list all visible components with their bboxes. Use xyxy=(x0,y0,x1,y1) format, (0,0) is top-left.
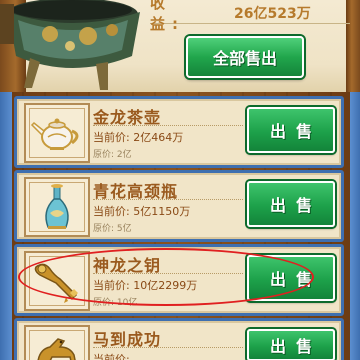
current-price: 当前价: 5亿1150万 xyxy=(93,205,191,218)
antique-shop-screen: 收 益: 26亿523万 全部售出 金龙茶壶 当前价: 2亿464万 原价: 2… xyxy=(0,0,360,360)
current-price: 当前价: 10亿2299万 xyxy=(93,279,198,292)
income-row: 收 益: 26亿523万 xyxy=(150,0,350,33)
horse-statue-icon xyxy=(37,338,76,360)
current-price: 当前价: 2亿464万 xyxy=(93,131,184,144)
header-panel: 收 益: 26亿523万 全部售出 xyxy=(0,0,360,92)
item-thumbnail xyxy=(24,325,90,360)
sell-button[interactable]: 出售 xyxy=(247,255,335,301)
list-edge-right xyxy=(350,92,360,360)
vase-icon xyxy=(45,184,69,229)
item-thumbnail xyxy=(24,251,90,311)
original-price: 原价: 10亿 xyxy=(93,298,138,308)
sell-button[interactable]: 出售 xyxy=(247,181,335,227)
item-card: 金龙茶壶 当前价: 2亿464万 原价: 2亿 出售 xyxy=(14,96,344,168)
divider xyxy=(93,273,243,274)
sell-button[interactable]: 出售 xyxy=(247,329,335,360)
teapot-icon xyxy=(30,118,79,150)
item-thumbnail xyxy=(24,103,90,163)
item-thumbnail xyxy=(24,177,90,237)
sell-button[interactable]: 出售 xyxy=(247,107,335,153)
bronze-censer-icon xyxy=(0,0,140,90)
divider xyxy=(93,199,243,200)
list-edge-left xyxy=(0,92,12,360)
current-price: 当前价: ... xyxy=(93,353,144,360)
item-card: 神龙之钥 当前价: 10亿2299万 原价: 10亿 出售 xyxy=(14,244,344,316)
dragon-key-icon xyxy=(34,263,78,303)
income-value: 26亿523万 xyxy=(234,5,311,22)
divider xyxy=(93,347,243,348)
original-price: 原价: 5亿 xyxy=(93,224,132,234)
original-price: 原价: 2亿 xyxy=(93,150,132,160)
income-label: 收 益: xyxy=(150,0,185,33)
item-card: 青花高颈瓶 当前价: 5亿1150万 原价: 5亿 出售 xyxy=(14,170,344,242)
sell-all-button[interactable]: 全部售出 xyxy=(186,36,304,78)
item-card: 马到成功 当前价: ... 出售 xyxy=(14,318,344,360)
divider xyxy=(93,125,243,126)
